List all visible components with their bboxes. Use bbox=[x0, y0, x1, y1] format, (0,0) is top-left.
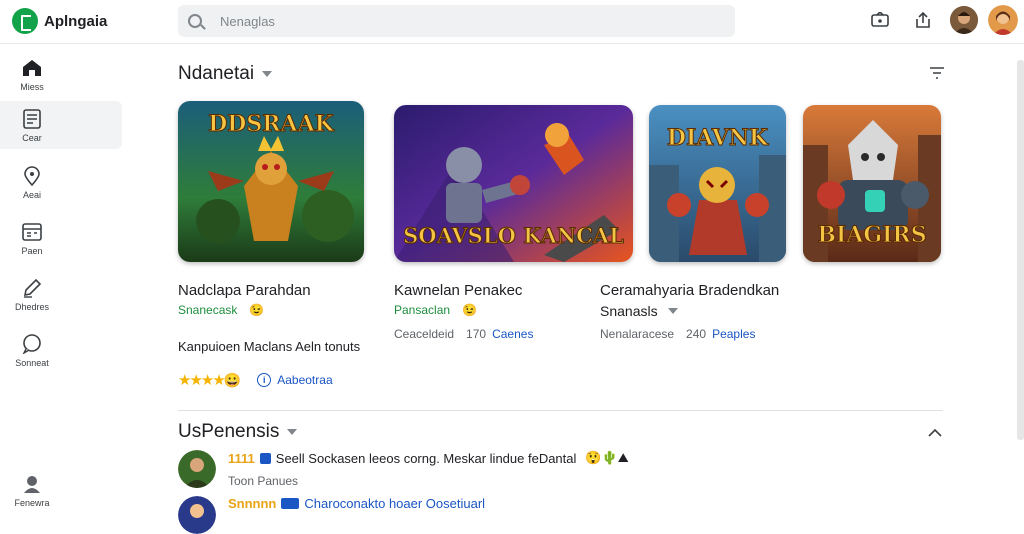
game-card-image[interactable]: BIAGIRS bbox=[803, 105, 941, 262]
rank-badge: Snnnnn bbox=[228, 496, 277, 511]
game-subtitle: Pansaclan 😉 bbox=[394, 303, 477, 317]
chevron-down-icon[interactable] bbox=[667, 308, 678, 314]
document-icon bbox=[21, 108, 43, 130]
section-header[interactable]: Ndanetai bbox=[178, 63, 273, 85]
sidebar-item-edit[interactable]: Dhedres bbox=[0, 270, 122, 318]
flag-icon bbox=[281, 498, 300, 509]
app-logo[interactable]: Aplngaia bbox=[12, 8, 107, 34]
search-input[interactable] bbox=[220, 13, 700, 29]
top-bar: Aplngaia bbox=[0, 0, 1024, 44]
meta-count: 170 bbox=[466, 327, 487, 341]
game-card-image[interactable]: DIAVNK bbox=[649, 105, 786, 262]
app-name: Aplngaia bbox=[44, 12, 108, 30]
sidebar-item-label: Aeai bbox=[22, 189, 41, 200]
sidebar-item-label: Paen bbox=[21, 245, 43, 256]
avatar bbox=[178, 496, 216, 534]
updates-header[interactable]: UsPenensis bbox=[178, 421, 298, 443]
chevron-up-icon[interactable] bbox=[924, 422, 946, 444]
meta-link[interactable]: Peaples bbox=[712, 327, 755, 341]
rank-badge: 1111 bbox=[228, 450, 255, 466]
game-subtitle: Snanecask 😉 bbox=[178, 303, 264, 317]
genre-label: Snanasls bbox=[600, 303, 658, 319]
location-pin-icon bbox=[21, 165, 43, 187]
genre-label: Pansaclan bbox=[394, 303, 451, 317]
game-title[interactable]: Nadclapa Parahdan bbox=[178, 282, 311, 299]
search-bar[interactable] bbox=[178, 5, 735, 37]
game-card-image[interactable]: SOAVSLO KANCAL bbox=[394, 105, 633, 262]
share-icon[interactable] bbox=[912, 9, 934, 31]
cast-icon[interactable] bbox=[869, 9, 891, 31]
emoji-badge: 😀 bbox=[223, 372, 242, 388]
sidebar-item-label: Sonneat bbox=[15, 357, 49, 368]
sidebar-item-home[interactable]: Miess bbox=[0, 50, 122, 98]
section-title: UsPenensis bbox=[178, 421, 280, 442]
sidebar: Miess Cear Aeai Paen Dhedres Sonneat Fen… bbox=[0, 44, 128, 512]
meta-link[interactable]: Caenes bbox=[492, 327, 533, 341]
game-subtitle: Snanasls bbox=[600, 303, 678, 319]
person-icon bbox=[21, 473, 43, 495]
update-text-line: Snnnnn Charoconakto hoaer Oosetiuarl bbox=[228, 496, 485, 511]
sidebar-item-label: Fenewra bbox=[14, 497, 50, 508]
meta-count: 240 bbox=[686, 327, 707, 341]
list-item[interactable]: 1111 Seell Sockasen leeos corng. Meskar … bbox=[178, 450, 629, 488]
info-link[interactable]: i Aabeotraa bbox=[257, 373, 333, 387]
rating-row: ★★★★😀 i Aabeotraa bbox=[178, 371, 333, 389]
sidebar-item-label: Dhedres bbox=[14, 301, 50, 312]
game-title[interactable]: Ceramahyaria Bradendkan bbox=[600, 282, 779, 299]
game-meta: Nenalaracese 240 Peaples bbox=[600, 327, 755, 341]
game-title[interactable]: Kawnelan Penakec bbox=[394, 282, 522, 299]
meta-label: Nenalaracese bbox=[600, 327, 675, 341]
pen-icon bbox=[21, 277, 43, 299]
store-icon bbox=[21, 221, 43, 243]
sidebar-item-location[interactable]: Aeai bbox=[0, 158, 122, 206]
sidebar-item-chat[interactable]: Sonneat bbox=[0, 326, 122, 374]
banner-text: DDSRAAK bbox=[208, 111, 335, 138]
sidebar-item-account[interactable]: Fenewra bbox=[0, 466, 122, 514]
update-text-line: 1111 Seell Sockasen leeos corng. Meskar … bbox=[228, 450, 629, 466]
emoji-badge: 😉 bbox=[249, 303, 265, 317]
game-description: Kanpuioen Maclans Aeln tonuts bbox=[178, 339, 361, 354]
search-icon bbox=[188, 14, 202, 28]
banner-text: BIAGIRS bbox=[817, 222, 927, 249]
info-link-label: Aabeotraa bbox=[277, 373, 333, 387]
banner-text: SOAVSLO KANCAL bbox=[403, 223, 625, 249]
chevron-down-icon bbox=[262, 71, 273, 77]
update-content: 1111 Seell Sockasen leeos corng. Meskar … bbox=[228, 450, 629, 488]
home-icon bbox=[21, 57, 43, 79]
sidebar-item-store[interactable]: Paen bbox=[0, 214, 122, 262]
update-text: Seell Sockasen leeos corng. Meskar lindu… bbox=[275, 450, 577, 466]
update-text[interactable]: Charoconakto hoaer Oosetiuarl bbox=[304, 496, 485, 511]
game-meta: Ceaceldeid 170 Caenes bbox=[394, 327, 533, 341]
emoji-badge: 😉 bbox=[462, 303, 477, 317]
game-card-image[interactable]: DDSRAAK bbox=[178, 101, 364, 262]
genre-label: Snanecask bbox=[178, 303, 238, 317]
profile-avatar[interactable] bbox=[988, 5, 1018, 35]
section-title: Ndanetai bbox=[178, 63, 255, 84]
star-icon: ★★★★ bbox=[178, 372, 226, 389]
play-icon bbox=[259, 452, 271, 464]
update-content: Snnnnn Charoconakto hoaer Oosetiuarl bbox=[228, 496, 485, 511]
sidebar-item-library[interactable]: Cear bbox=[0, 101, 122, 149]
filter-icon[interactable] bbox=[926, 62, 948, 84]
brand-logo-icon bbox=[12, 8, 38, 34]
sidebar-item-label: Miess bbox=[20, 81, 44, 92]
info-icon: i bbox=[257, 373, 272, 387]
chat-bubble-icon bbox=[21, 333, 43, 355]
meta-label: Ceaceldeid bbox=[394, 327, 455, 341]
avatar[interactable] bbox=[950, 6, 978, 34]
avatar bbox=[178, 450, 216, 488]
rating-stars: ★★★★😀 bbox=[178, 371, 241, 389]
chevron-down-icon bbox=[287, 429, 298, 435]
list-item[interactable]: Snnnnn Charoconakto hoaer Oosetiuarl bbox=[178, 496, 485, 534]
section-divider bbox=[178, 410, 943, 411]
banner-text: DIAVNK bbox=[666, 125, 769, 152]
emoji-badge: 😲🌵⛰ bbox=[585, 450, 629, 465]
sidebar-item-label: Cear bbox=[22, 132, 42, 143]
update-meta: Toon Panues bbox=[228, 474, 299, 488]
scrollbar[interactable] bbox=[1017, 60, 1024, 440]
